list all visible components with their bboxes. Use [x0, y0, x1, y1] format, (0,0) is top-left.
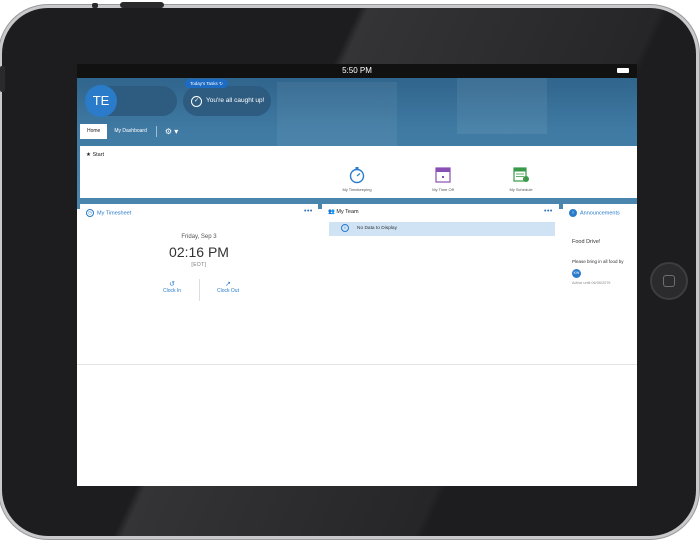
timesheet-date: Friday, Sep 3	[181, 234, 217, 240]
announcement-title[interactable]: Food Drive!	[572, 239, 600, 245]
schedule-icon	[513, 167, 529, 182]
star-icon: ★	[86, 152, 91, 158]
clock-in-button[interactable]: ↺ Clock In	[152, 280, 192, 294]
no-data-row: i No Data to Display	[329, 222, 555, 236]
announcement-body: Please bring in all food by	[572, 259, 624, 264]
tab-home[interactable]: Home	[80, 124, 108, 139]
todays-tasks-label: Today's Tasks	[190, 81, 218, 86]
quick-link-my-schedule[interactable]: My Schedule	[496, 166, 546, 192]
team-title: My Team	[336, 209, 359, 215]
power-button	[120, 2, 164, 8]
banner-decoration	[277, 82, 397, 152]
team-icon: 👥	[328, 209, 335, 215]
timesheet-card: ◷ My Timesheet ••• Friday, Sep 3 02:16 PM…	[80, 204, 318, 361]
info-icon: i	[341, 223, 349, 232]
home-square-icon	[663, 275, 675, 287]
clock-in-icon: ↺	[169, 281, 175, 288]
refresh-icon: ↻	[219, 81, 223, 86]
timesheet-header: ◷ My Timesheet	[86, 209, 131, 217]
team-header: 👥 My Team	[328, 209, 359, 215]
empty-content-area	[77, 364, 637, 486]
avatar[interactable]: TE	[85, 85, 117, 117]
announcements-title: Announcements	[580, 210, 620, 217]
app-screen: 5:50 PM TE ✓ You're all caught up! Today…	[77, 64, 637, 486]
no-data-text: No Data to Display	[357, 226, 397, 231]
announcements-card: ! Announcements Food Drive! Please bring …	[563, 204, 637, 361]
team-card: 👥 My Team ••• i No Data to Display	[322, 204, 559, 361]
quick-link-label: My Time Off	[432, 187, 454, 192]
megaphone-icon: !	[569, 209, 577, 217]
quick-link-label: My Schedule	[509, 187, 533, 192]
home-button[interactable]	[650, 262, 688, 300]
start-heading: ★ Start	[86, 152, 104, 158]
clock-out-button[interactable]: ↗ Clock Out	[208, 280, 248, 294]
quick-link-label: My Timekeeping	[342, 187, 372, 192]
banner-decoration	[457, 74, 547, 134]
quick-link-my-timekeeping[interactable]: My Timekeeping	[332, 166, 382, 192]
tab-my-dashboard[interactable]: My Dashboard	[107, 124, 154, 139]
gear-icon[interactable]: ⚙ ▾	[159, 124, 184, 139]
status-bar: 5:50 PM	[77, 64, 637, 78]
sensor-dot	[92, 3, 98, 8]
timesheet-title: My Timesheet	[97, 210, 132, 217]
clock-in-label: Clock In	[162, 288, 182, 294]
timesheet-time: 02:16 PM	[169, 244, 229, 260]
volume-button	[0, 66, 5, 92]
author-avatar: KW	[572, 269, 581, 278]
more-options-icon[interactable]: •••	[304, 208, 313, 215]
clock-out-icon: ↗	[225, 281, 231, 288]
stopwatch-icon	[349, 167, 365, 184]
announcement-active-until: Active until 06/05/2079	[572, 281, 611, 285]
status-time: 5:50 PM	[342, 66, 372, 75]
todays-tasks-tag[interactable]: Today's Tasks ↻	[185, 79, 228, 88]
todays-tasks-pill[interactable]: ✓ You're all caught up!	[183, 86, 271, 116]
tab-bar: Home My Dashboard ⚙ ▾	[80, 124, 184, 139]
calendar-icon	[435, 167, 451, 183]
clock-out-label: Clock Out	[217, 288, 239, 294]
start-card: ★ Start My Timekeeping My Time Off My Sc…	[80, 146, 637, 198]
quick-link-my-time-off[interactable]: My Time Off	[418, 166, 468, 192]
battery-icon	[617, 68, 629, 73]
start-title: Start	[92, 152, 105, 158]
timesheet-timezone: [EDT]	[191, 262, 207, 268]
caught-up-text: You're all caught up!	[206, 97, 265, 104]
more-options-icon[interactable]: •••	[544, 208, 553, 215]
clock-divider	[199, 279, 200, 301]
clock-icon: ◷	[86, 209, 94, 217]
announcements-header: ! Announcements	[569, 209, 620, 217]
check-circle-icon: ✓	[191, 96, 202, 107]
tab-divider	[155, 126, 157, 137]
